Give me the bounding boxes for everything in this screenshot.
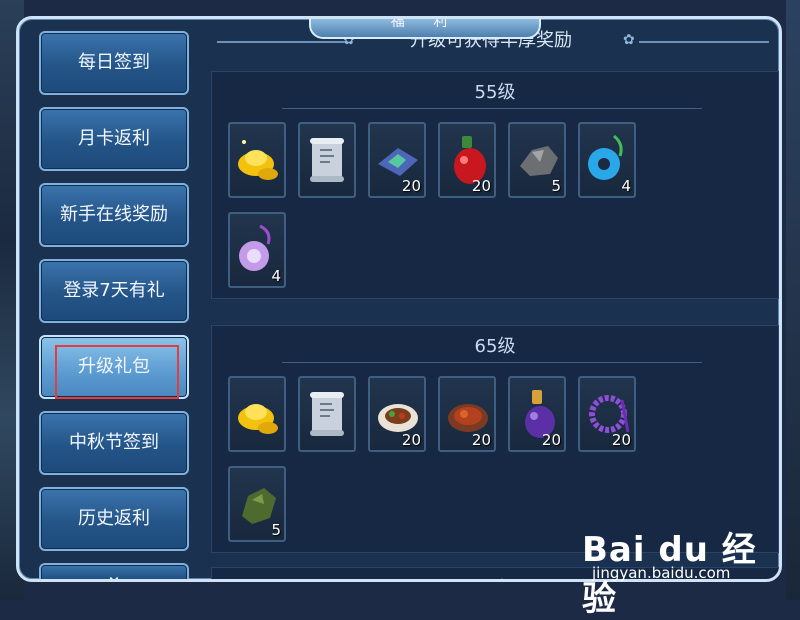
sidebar-item-label: 新手在线奖励	[60, 204, 168, 225]
watermark-url: jingyan.baidu.com	[592, 564, 731, 582]
item-quantity: 5	[551, 177, 561, 195]
selection-highlight	[55, 345, 179, 399]
background-right	[786, 0, 800, 600]
sidebar-item-daily-signin[interactable]: 每日签到	[39, 31, 189, 95]
scroll-icon	[310, 138, 344, 182]
reward-item-slot[interactable]: 5	[508, 122, 566, 198]
section-title: 65级	[474, 336, 516, 357]
reward-item-slot[interactable]	[298, 122, 356, 198]
sidebar-item-newbie-online[interactable]: 新手在线奖励	[39, 183, 189, 247]
sidebar-item-label: 历史返利	[78, 508, 150, 529]
gold-ingot-icon	[238, 404, 278, 434]
section-divider	[282, 108, 702, 109]
sidebar-scroll-down-button[interactable]: ⌄	[39, 563, 189, 582]
chevron-down-icon: ⌄	[105, 563, 123, 582]
reward-item-slot[interactable]	[228, 376, 286, 452]
item-quantity: 4	[271, 267, 281, 285]
item-quantity: 20	[541, 431, 561, 449]
sidebar-item-monthly-card[interactable]: 月卡返利	[39, 107, 189, 171]
scroll-icon	[310, 392, 344, 436]
sidebar-item-label: 每日签到	[78, 52, 150, 73]
reward-panel: ✿ 升级可获得丰厚奖励 ✿ 55级 20 20 5 4 4 65级 20 20 …	[203, 23, 779, 579]
sidebar: 每日签到 月卡返利 新手在线奖励 登录7天有礼 升级礼包 中秋节签到 历史返利 …	[39, 27, 191, 582]
reward-item-slot[interactable]: 20	[578, 376, 636, 452]
level-55-section: 55级 20 20 5 4 4	[211, 71, 779, 299]
section-divider	[282, 362, 702, 363]
sidebar-item-7day-login[interactable]: 登录7天有礼	[39, 259, 189, 323]
header-divider-right	[639, 41, 769, 43]
item-quantity: 20	[401, 431, 421, 449]
sidebar-item-label: 中秋节签到	[69, 432, 159, 453]
reward-item-slot[interactable]: 4	[228, 212, 286, 288]
sidebar-item-history-rebate[interactable]: 历史返利	[39, 487, 189, 551]
reward-item-slot[interactable]: 4	[578, 122, 636, 198]
reward-item-slot[interactable]: 20	[438, 376, 496, 452]
reward-item-slot[interactable]: 20	[508, 376, 566, 452]
sidebar-item-mid-autumn[interactable]: 中秋节签到	[39, 411, 189, 475]
reward-item-slot[interactable]: 20	[438, 122, 496, 198]
reward-item-slot[interactable]	[228, 122, 286, 198]
item-quantity: 20	[611, 431, 631, 449]
sidebar-item-levelup-gift[interactable]: 升级礼包	[39, 335, 189, 399]
header-divider-left	[217, 41, 347, 43]
reward-item-slot[interactable]: 20	[368, 122, 426, 198]
item-quantity: 20	[471, 177, 491, 195]
item-quantity: 20	[471, 431, 491, 449]
item-quantity: 5	[271, 521, 281, 539]
swirl-ornament-icon: ✿	[623, 32, 635, 48]
baidu-jingyan-watermark: Bai du 经验 jingyan.baidu.com	[582, 516, 778, 619]
reward-item-slot[interactable]: 5	[228, 466, 286, 542]
window-title-tab: 福 利	[309, 19, 541, 39]
reward-item-slot[interactable]: 20	[368, 376, 426, 452]
welfare-window: 福 利 每日签到 月卡返利 新手在线奖励 登录7天有礼 升级礼包 中秋节签到 历…	[16, 16, 782, 582]
gold-ingot-icon	[238, 140, 278, 180]
sidebar-item-label: 登录7天有礼	[63, 280, 165, 301]
sidebar-item-label: 月卡返利	[78, 128, 150, 149]
section-title: 55级	[474, 82, 516, 103]
reward-item-slot[interactable]	[298, 376, 356, 452]
item-quantity: 20	[401, 177, 421, 195]
item-quantity: 4	[621, 177, 631, 195]
